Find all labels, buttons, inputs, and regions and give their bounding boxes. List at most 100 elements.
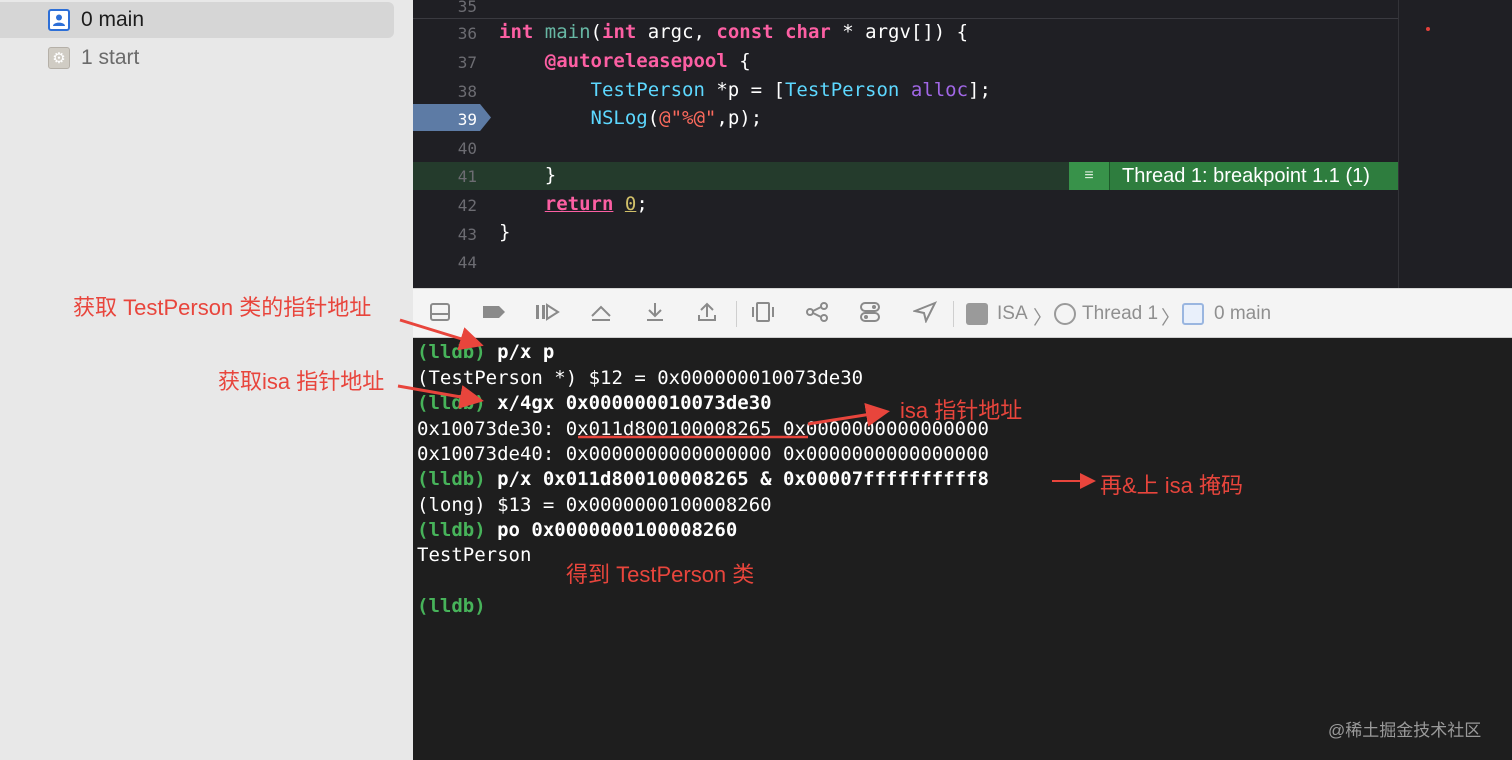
- keyword: char: [785, 21, 831, 43]
- step-into-icon[interactable]: [645, 301, 665, 328]
- line-number: 41: [457, 167, 477, 186]
- line-number: 36: [457, 24, 477, 43]
- lldb-prompt: (lldb): [417, 341, 486, 363]
- thread-breakpoint-badge[interactable]: ≡ Thread 1: breakpoint 1.1 (1): [1069, 162, 1398, 190]
- hide-debug-area-icon[interactable]: [429, 301, 451, 328]
- method-name: alloc: [910, 79, 969, 101]
- debug-toolbar: ISA 〉 Thread 1 〉 0 main: [413, 288, 1512, 338]
- source-editor[interactable]: 35 36 37 38 39 40 41 42 43 44 int main(i…: [413, 0, 1512, 288]
- code-text: (: [647, 107, 660, 129]
- console-command: p/x p: [485, 341, 555, 363]
- code-text: * argv[]) {: [830, 21, 969, 43]
- view-hierarchy-icon[interactable]: [751, 301, 775, 328]
- code-line-36: int main(int argc, const char * argv[]) …: [499, 21, 968, 43]
- line-number: 44: [457, 253, 477, 272]
- console-line: (lldb): [417, 595, 486, 617]
- annotation-get-class-pointer: 获取 TestPerson 类的指针地址: [73, 295, 372, 320]
- function-name: NSLog: [590, 107, 648, 129]
- lldb-prompt: (lldb): [417, 595, 486, 617]
- code-text: ];: [968, 79, 991, 101]
- frame-row-start[interactable]: ⚙ 1 start: [0, 40, 394, 76]
- breadcrumb-process[interactable]: ISA: [997, 303, 1028, 325]
- user-icon: [48, 9, 70, 31]
- console-line: 0x10073de40: 0x0000000000000000 0x000000…: [417, 443, 989, 465]
- annotation-get-isa-pointer: 获取isa 指针地址: [218, 369, 385, 394]
- continue-icon[interactable]: [534, 301, 560, 328]
- annotation-and-isa-mask: 再&上 isa 掩码: [1100, 473, 1244, 498]
- step-over-icon[interactable]: [589, 301, 613, 328]
- code-line-39: NSLog(@"%@",p);: [499, 107, 763, 129]
- lldb-prompt: (lldb): [417, 468, 486, 490]
- toolbar-divider: [953, 301, 954, 327]
- keyword: int: [602, 21, 637, 43]
- code-line-41: }: [499, 164, 556, 186]
- console-command: po 0x0000000100008260: [485, 519, 738, 541]
- menu-icon[interactable]: ≡: [1069, 162, 1110, 190]
- toolbar-divider: [736, 301, 737, 327]
- code-text: argc,: [636, 21, 717, 43]
- thread-badge-label: Thread 1: breakpoint 1.1 (1): [1122, 164, 1370, 187]
- gear-icon: ⚙: [48, 47, 70, 69]
- type-name: TestPerson: [590, 79, 705, 101]
- frame-label: 0 main: [81, 8, 145, 31]
- annotation-isa-address: isa 指针地址: [900, 398, 1023, 423]
- line-number: 39: [457, 110, 477, 129]
- user-icon: [1182, 303, 1204, 325]
- chevron-right-icon: 〉: [1161, 308, 1181, 329]
- breadcrumb-frame[interactable]: 0 main: [1214, 303, 1271, 325]
- code-text: }: [499, 221, 511, 243]
- code-line-42: return 0;: [499, 193, 648, 215]
- divider: [413, 18, 1398, 19]
- code-text: (: [590, 21, 602, 43]
- minimap-divider: [1398, 0, 1399, 288]
- code-text: ,p);: [716, 107, 763, 129]
- frame-label: 1 start: [81, 46, 140, 69]
- memory-graph-icon[interactable]: [805, 301, 829, 328]
- code-line-43: }: [499, 221, 510, 243]
- number-literal: 0: [624, 193, 637, 215]
- breadcrumb-thread[interactable]: Thread 1: [1082, 303, 1158, 325]
- watermark: @稀土掘金技术社区: [1328, 721, 1482, 740]
- console-line: (lldb) p/x p: [417, 341, 554, 363]
- code-line-38: TestPerson *p = [TestPerson alloc];: [499, 79, 991, 101]
- app-icon: [966, 303, 988, 325]
- line-number: 43: [457, 225, 477, 244]
- console-line: (lldb) po 0x0000000100008260: [417, 519, 737, 541]
- step-out-icon[interactable]: [697, 301, 717, 328]
- line-number: 38: [457, 82, 477, 101]
- code-text: {: [727, 50, 751, 72]
- console-line: (long) $13 = 0x0000000100008260: [417, 494, 772, 516]
- line-number: 35: [457, 0, 477, 16]
- string-literal: @"%@": [659, 107, 717, 129]
- function-name: main: [544, 21, 591, 43]
- code-text: *p = [: [704, 79, 785, 101]
- chevron-right-icon: 〉: [1033, 308, 1053, 329]
- keyword: @autoreleasepool: [544, 50, 728, 72]
- breakpoints-toggle-icon[interactable]: [481, 301, 507, 328]
- keyword: const: [716, 21, 774, 43]
- console-line: (lldb) x/4gx 0x000000010073de30: [417, 392, 772, 414]
- console-line: (TestPerson *) $12 = 0x000000010073de30: [417, 367, 864, 389]
- console-command: p/x 0x011d800100008265 & 0x00007ffffffff…: [485, 468, 989, 490]
- minimap-marker: [1426, 27, 1430, 31]
- annotation-got-class: 得到 TestPerson 类: [566, 562, 755, 587]
- frame-row-main[interactable]: 0 main: [0, 2, 394, 38]
- console-line: (lldb) p/x 0x011d800100008265 & 0x00007f…: [417, 468, 989, 490]
- type-name: TestPerson: [784, 79, 900, 101]
- line-number: 37: [457, 53, 477, 72]
- thread-icon: [1054, 303, 1076, 325]
- code-text: ;: [636, 193, 648, 215]
- environment-overrides-icon[interactable]: [859, 301, 881, 328]
- line-number: 42: [457, 196, 477, 215]
- line-number: 40: [457, 139, 477, 158]
- simulate-location-icon[interactable]: [911, 301, 938, 328]
- keyword: int: [499, 21, 534, 43]
- console-line: TestPerson: [417, 544, 532, 566]
- code-text: }: [544, 164, 557, 186]
- keyword: return: [544, 193, 614, 215]
- lldb-prompt: (lldb): [417, 519, 486, 541]
- code-line-37: @autoreleasepool {: [499, 50, 751, 72]
